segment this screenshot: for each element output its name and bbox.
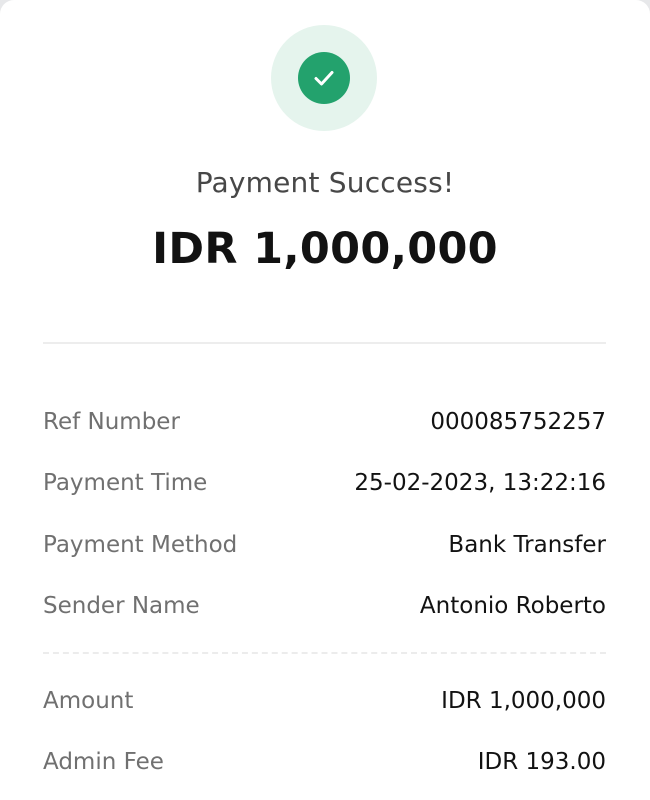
detail-value: 000085752257 [430,409,606,435]
detail-label: Sender Name [43,593,200,619]
success-icon-background [271,25,377,131]
detail-label: Payment Method [43,532,238,558]
payment-status-title: Payment Success! [195,166,455,199]
detail-label: Ref Number [43,409,180,435]
dashed-divider [43,652,606,654]
fee-row-admin-fee: Admin Fee IDR 193.00 [43,745,606,779]
check-icon [314,71,334,86]
fee-row-amount: Amount IDR 1,000,000 [43,684,606,718]
detail-row-payment-time: Payment Time 25-02-2023, 13:22:16 [43,466,606,500]
payment-receipt-card: Payment Success! IDR 1,000,000 Ref Numbe… [0,0,650,800]
detail-value: Bank Transfer [448,532,606,558]
detail-value: 25-02-2023, 13:22:16 [354,470,606,496]
fee-value: IDR 1,000,000 [441,688,606,714]
payment-amount: IDR 1,000,000 [152,224,498,274]
detail-row-payment-method: Payment Method Bank Transfer [43,528,606,562]
detail-row-sender-name: Sender Name Antonio Roberto [43,589,606,623]
section-divider [43,342,606,344]
detail-label: Payment Time [43,470,208,496]
fee-label: Admin Fee [43,749,164,775]
fee-value: IDR 193.00 [477,749,606,775]
detail-value: Antonio Roberto [419,593,606,619]
fee-label: Amount [43,688,134,714]
detail-row-ref-number: Ref Number 000085752257 [43,405,606,439]
check-circle-icon [298,52,350,104]
